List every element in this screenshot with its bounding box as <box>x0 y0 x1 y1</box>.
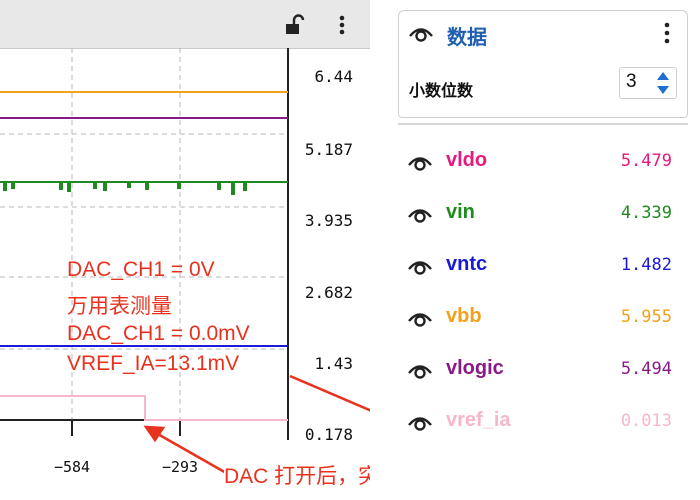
variable-value: 0.013 <box>620 411 672 431</box>
eye-icon[interactable] <box>406 256 434 276</box>
plot-toolbar <box>0 0 370 49</box>
variable-row-vldo[interactable]: vldo 5.479 <box>398 146 688 176</box>
variable-value: 5.479 <box>620 151 672 171</box>
x-tick-label: −293 <box>161 458 199 476</box>
variable-name: vin <box>446 201 475 223</box>
variable-row-vbb[interactable]: vbb 5.955 <box>398 302 688 332</box>
series-vref-ia-line <box>0 395 288 421</box>
annotation-dac-setting: DAC_CH1 = 0V <box>67 258 215 281</box>
variable-row-vin[interactable]: vin 4.339 <box>398 198 688 228</box>
variable-row-vntc[interactable]: vntc 1.482 <box>398 250 688 280</box>
data-panel-title: 数据 <box>447 27 487 49</box>
variable-value: 1.482 <box>620 255 672 275</box>
eye-icon[interactable] <box>406 412 434 432</box>
unlock-icon[interactable] <box>283 14 305 36</box>
annotation-multimeter-label: 万用表测量 <box>67 295 172 318</box>
variable-row-vref-ia[interactable]: vref_ia 0.013 <box>398 406 688 436</box>
y-tick-label: 6.44 <box>314 67 353 86</box>
variable-name: vbb <box>446 305 482 327</box>
eye-icon[interactable] <box>407 23 435 43</box>
annotation-dac-measured: DAC_CH1 = 0.0mV <box>67 322 250 345</box>
variable-name: vref_ia <box>446 409 511 431</box>
stepper-arrows-icon[interactable] <box>656 70 670 96</box>
eye-icon[interactable] <box>406 360 434 380</box>
variable-value: 4.339 <box>620 203 672 223</box>
y-tick-label: 1.43 <box>314 354 353 373</box>
variable-row-vlogic[interactable]: vlogic 5.494 <box>398 354 688 384</box>
variable-name: vntc <box>446 253 488 275</box>
decimal-places-stepper[interactable]: 3 <box>619 67 677 99</box>
variable-value: 5.955 <box>620 307 672 327</box>
decimal-places-label: 小数位数 <box>409 83 474 100</box>
x-tick-label: −584 <box>53 458 91 476</box>
series-vin-line <box>0 181 288 195</box>
variable-name: vlogic <box>446 357 504 379</box>
variable-name: vldo <box>446 149 488 171</box>
more-options-icon[interactable] <box>657 21 677 45</box>
y-tick-label: 0.178 <box>304 425 353 444</box>
data-panel: 数据 小数位数 3 vldo 5.479 vin 4.339 vntc 1.48… <box>398 10 688 500</box>
annotation-vref-measured: VREF_IA=13.1mV <box>67 352 240 375</box>
panel-divider[interactable] <box>370 0 398 500</box>
variable-value: 5.494 <box>620 359 672 379</box>
y-tick-label: 3.935 <box>304 211 353 230</box>
eye-icon[interactable] <box>406 308 434 328</box>
x-axis-ticks <box>71 420 289 436</box>
decimal-places-value: 3 <box>626 71 637 92</box>
eye-icon[interactable] <box>406 152 434 172</box>
decimal-places-row: 小数位数 3 <box>398 55 688 118</box>
y-tick-label: 5.187 <box>304 140 353 159</box>
plot-panel[interactable]: 6.44 5.187 3.935 2.682 1.43 0.178 −584 −… <box>0 0 530 500</box>
panel-separator <box>398 123 688 125</box>
eye-icon[interactable] <box>406 204 434 224</box>
y-tick-label: 2.682 <box>304 283 353 302</box>
more-options-icon[interactable] <box>331 14 353 36</box>
data-panel-header: 数据 <box>398 10 688 55</box>
